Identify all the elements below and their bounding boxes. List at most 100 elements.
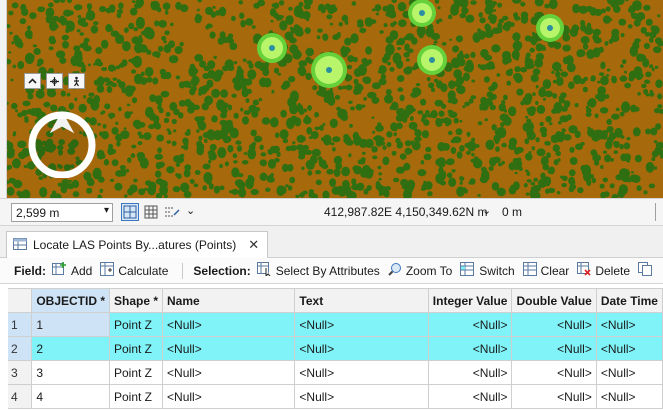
map-status-bar: 2,599 m ▾ ⌄ 412,987.82E 4,150,349.62N m …: [0, 198, 663, 226]
cell-text[interactable]: <Null>: [294, 336, 429, 361]
copy-button[interactable]: [638, 262, 652, 279]
table-toolbar: Field: Add Calculate Selection: Select B…: [0, 258, 663, 284]
cell-integer-value[interactable]: <Null>: [428, 384, 513, 409]
column-header-double-value[interactable]: Double Value: [511, 288, 597, 313]
selection-label: Selection:: [193, 263, 251, 278]
coordinate-readout: 412,987.82E 4,150,349.62N m: [324, 205, 488, 219]
zoom-to-label: Zoom To: [405, 263, 453, 278]
cell-objectid[interactable]: 3: [31, 360, 110, 385]
grid-icon[interactable]: [142, 203, 160, 221]
close-icon[interactable]: ✕: [248, 237, 259, 253]
add-field-icon: [52, 262, 67, 279]
cell-objectid[interactable]: 1: [31, 312, 110, 337]
cell-date-time[interactable]: <Null>: [596, 336, 663, 361]
column-header-shape[interactable]: Shape *: [109, 288, 164, 313]
north-arrow-compass-icon[interactable]: [27, 108, 97, 179]
row-number[interactable]: 4: [8, 384, 33, 409]
calculate-button[interactable]: Calculate: [100, 262, 168, 279]
cell-integer-value[interactable]: <Null>: [428, 312, 513, 337]
switch-label: Switch: [479, 263, 515, 278]
cell-text[interactable]: <Null>: [294, 360, 429, 385]
delete-label: Delete: [595, 263, 630, 278]
table-row[interactable]: 1 1 Point Z <Null> <Null> <Null> <Null> …: [8, 312, 663, 337]
cell-shape[interactable]: Point Z: [109, 384, 164, 409]
cell-text[interactable]: <Null>: [294, 384, 429, 409]
switch-selection-button[interactable]: Switch: [460, 262, 515, 279]
chevron-down-icon[interactable]: ⌄: [482, 204, 491, 217]
cell-date-time[interactable]: <Null>: [596, 360, 663, 385]
cell-name[interactable]: <Null>: [162, 384, 296, 409]
table-icon: [13, 237, 27, 253]
cell-integer-value[interactable]: <Null>: [428, 360, 513, 385]
pedestrian-icon[interactable]: [68, 73, 85, 89]
chevron-down-icon[interactable]: ▾: [104, 205, 109, 216]
status-bar-edge: [655, 203, 663, 221]
switch-icon: [460, 262, 475, 279]
selected-feature-highlight[interactable]: [311, 52, 347, 88]
cell-shape[interactable]: Point Z: [109, 312, 164, 337]
select-by-attributes-label: Select By Attributes: [275, 263, 380, 278]
calculate-label: Calculate: [118, 263, 169, 278]
cell-date-time[interactable]: <Null>: [596, 312, 663, 337]
cell-double-value[interactable]: <Null>: [511, 384, 597, 409]
column-header-integer-value[interactable]: Integer Value: [428, 288, 513, 313]
map-view[interactable]: [0, 0, 663, 198]
tab-attribute-table[interactable]: Locate LAS Points By...atures (Points) ✕: [6, 231, 269, 258]
clear-selection-button[interactable]: Clear: [522, 262, 570, 279]
table-row[interactable]: 3 3 Point Z <Null> <Null> <Null> <Null> …: [8, 360, 663, 385]
column-header-text[interactable]: Text: [294, 288, 429, 313]
selected-feature-highlight[interactable]: [536, 14, 564, 42]
column-header-objectid[interactable]: OBJECTID *: [31, 288, 110, 313]
snapping-icon[interactable]: [121, 203, 139, 221]
column-header-name[interactable]: Name: [162, 288, 296, 313]
chevron-down-icon[interactable]: ⌄: [186, 204, 195, 217]
lidar-map-canvas[interactable]: [7, 0, 663, 198]
map-left-edge: [0, 0, 7, 198]
field-label: Field:: [14, 263, 46, 278]
cell-double-value[interactable]: <Null>: [511, 360, 597, 385]
select-by-attributes-button[interactable]: Select By Attributes: [256, 262, 380, 279]
cell-shape[interactable]: Point Z: [109, 360, 164, 385]
row-number[interactable]: 1: [8, 312, 33, 337]
collapse-up-icon[interactable]: [24, 73, 41, 89]
scale-value: 2,599 m: [16, 206, 60, 220]
toolbar-divider: [182, 262, 184, 279]
cell-name[interactable]: <Null>: [162, 336, 296, 361]
attribute-table[interactable]: OBJECTID * Shape * Name Text Integer Val…: [8, 288, 663, 410]
cell-integer-value[interactable]: <Null>: [428, 336, 513, 361]
column-header-date-time[interactable]: Date Time: [596, 288, 663, 313]
row-number[interactable]: 2: [8, 336, 33, 361]
table-header-row: OBJECTID * Shape * Name Text Integer Val…: [8, 288, 663, 313]
add-field-button[interactable]: Add: [52, 262, 92, 279]
cell-text[interactable]: <Null>: [294, 312, 429, 337]
tab-title: Locate LAS Points By...atures (Points): [33, 238, 237, 252]
cell-name[interactable]: <Null>: [162, 360, 296, 385]
cell-name[interactable]: <Null>: [162, 312, 296, 337]
full-extent-icon[interactable]: [46, 73, 63, 89]
row-number[interactable]: 3: [8, 360, 33, 385]
selected-feature-highlight[interactable]: [257, 33, 287, 63]
cell-date-time[interactable]: <Null>: [596, 384, 663, 409]
cell-double-value[interactable]: <Null>: [511, 336, 597, 361]
delete-icon: [577, 262, 591, 279]
selected-feature-highlight[interactable]: [417, 45, 447, 75]
select-by-attributes-icon: [256, 262, 272, 279]
table-row[interactable]: 4 4 Point Z <Null> <Null> <Null> <Null> …: [8, 384, 663, 409]
zoom-to-icon: [388, 262, 402, 279]
delete-button[interactable]: Delete: [577, 262, 630, 279]
scale-selector[interactable]: 2,599 m ▾: [11, 203, 113, 222]
zoom-to-button[interactable]: Zoom To: [388, 262, 452, 279]
cell-double-value[interactable]: <Null>: [511, 312, 597, 337]
constraints-icon[interactable]: [163, 203, 181, 221]
cell-objectid[interactable]: 4: [31, 384, 110, 409]
selected-feature-highlight[interactable]: [408, 0, 436, 27]
elevation-readout: 0 m: [502, 205, 523, 219]
clear-label: Clear: [540, 263, 570, 278]
add-label: Add: [71, 263, 93, 278]
copy-icon: [638, 262, 652, 279]
calculator-icon: [100, 262, 115, 279]
row-number-header[interactable]: [8, 288, 33, 313]
cell-shape[interactable]: Point Z: [109, 336, 164, 361]
cell-objectid[interactable]: 2: [31, 336, 110, 361]
table-row[interactable]: 2 2 Point Z <Null> <Null> <Null> <Null> …: [8, 336, 663, 361]
